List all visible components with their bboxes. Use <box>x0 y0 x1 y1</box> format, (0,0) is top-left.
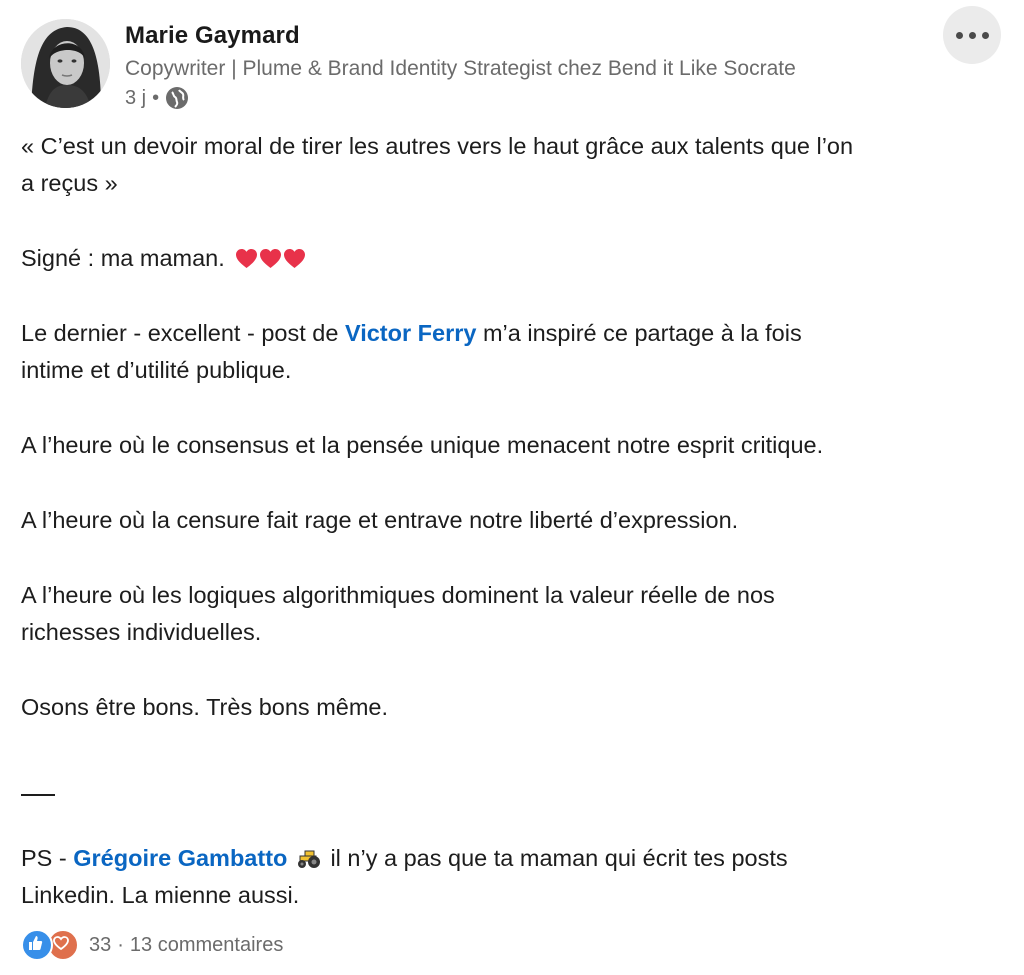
quote-line-2: a reçus » <box>21 170 118 196</box>
algo-line-1: A l’heure où les logiques algorithmiques… <box>21 582 775 608</box>
algo-line-2: richesses individuelles. <box>21 619 262 645</box>
globe-icon <box>165 86 189 110</box>
post-line-consensus: A l’heure où le consensus et la pensée u… <box>21 432 824 458</box>
more-options-button[interactable] <box>943 6 1001 64</box>
post-line-censure: A l’heure où la censure fait rage et ent… <box>21 507 739 533</box>
divider-dash <box>21 794 55 796</box>
red-heart-emoji <box>284 248 306 269</box>
red-heart-emoji <box>236 248 258 269</box>
author-name[interactable]: Marie Gaymard <box>125 22 300 50</box>
post-quote: « C’est un devoir moral de tirer les aut… <box>21 128 1001 202</box>
mention-gregoire-gambatto[interactable]: Grégoire Gambatto <box>73 845 287 871</box>
ps-after: il n’y a pas que ta maman qui écrit tes … <box>323 845 788 871</box>
post-meta: 3 j • <box>125 86 189 110</box>
inspired-before: Le dernier - excellent - post de <box>21 320 345 346</box>
avatar[interactable] <box>21 19 110 108</box>
count-separator: · <box>117 933 124 956</box>
hearts-emoji <box>235 248 306 269</box>
post-header: Marie Gaymard Copywriter | Plume & Brand… <box>0 0 1024 120</box>
reaction-count[interactable]: 33 <box>89 934 111 957</box>
post-time: 3 j <box>125 86 147 109</box>
red-heart-emoji <box>260 248 282 269</box>
post-inspired: Le dernier - excellent - post de Victor … <box>21 315 1001 389</box>
inspired-after: m’a inspiré ce partage à la fois <box>476 320 802 346</box>
ps-prefix: PS - <box>21 845 74 871</box>
post-ps: PS - Grégoire Gambatto il n’y a pas que … <box>21 840 1001 914</box>
post-line-algo: A l’heure où les logiques algorithmiques… <box>21 577 1001 651</box>
more-dot <box>981 31 989 39</box>
social-counts[interactable]: 33 · 13 commentaires <box>21 929 283 961</box>
mention-victor-ferry[interactable]: Victor Ferry <box>345 320 477 346</box>
more-horizontal-icon <box>955 31 963 39</box>
ps-line-2: Linkedin. La mienne aussi. <box>21 882 300 908</box>
post-line-osons: Osons être bons. Très bons même. <box>21 694 389 720</box>
meta-bullet: • <box>152 86 160 109</box>
signed-text: Signé : ma maman. <box>21 245 225 271</box>
post-signed: Signé : ma maman. <box>21 240 1001 277</box>
quote-line-1: « C’est un devoir moral de tirer les aut… <box>21 133 854 159</box>
author-headline: Copywriter | Plume & Brand Identity Stra… <box>125 57 796 80</box>
more-dot <box>968 31 976 39</box>
like-reaction-icon <box>21 929 53 961</box>
inspired-line-2: intime et d’utilité publique. <box>21 357 292 383</box>
post-body: « C’est un devoir moral de tirer les aut… <box>21 128 1001 764</box>
tractor-emoji <box>297 850 320 868</box>
comments-count[interactable]: 13 commentaires <box>130 934 283 957</box>
